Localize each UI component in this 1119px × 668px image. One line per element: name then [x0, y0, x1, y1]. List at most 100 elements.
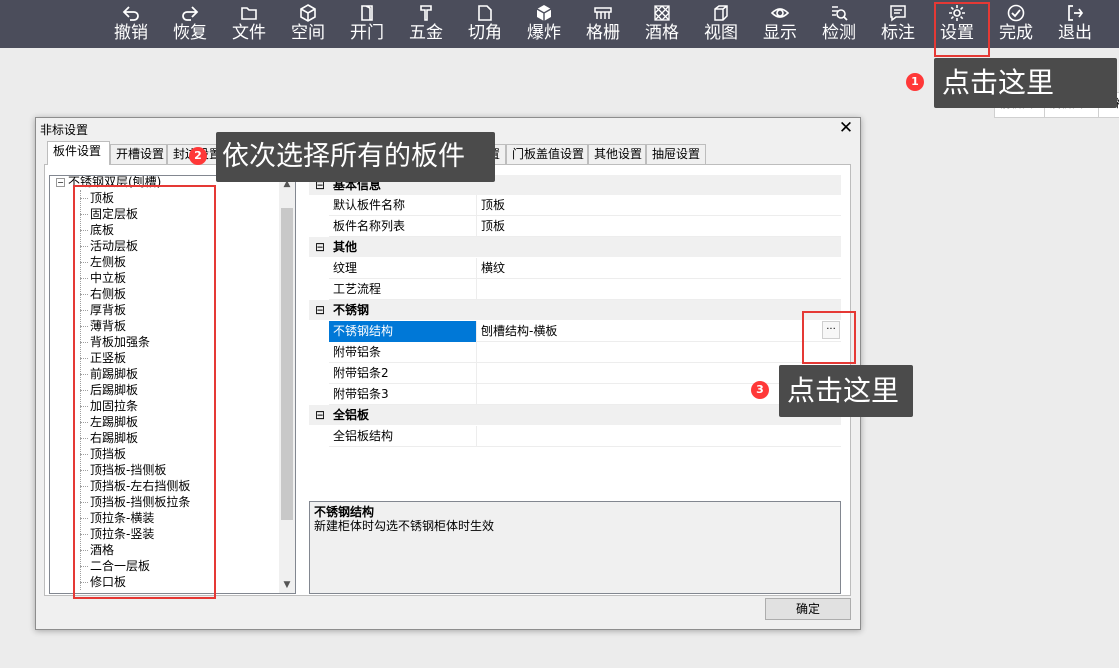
- collapse-icon[interactable]: ⊟: [315, 237, 325, 257]
- cube-icon: [300, 4, 316, 22]
- toolbar-label: 开门: [350, 23, 384, 43]
- property-row-aluminum-strip[interactable]: 附带铝条: [329, 342, 841, 363]
- explode-cube-icon: [536, 5, 552, 21]
- description-text: 新建柜体时勾选不锈钢柜体时生效: [314, 519, 495, 533]
- toolbar-button-cube[interactable]: 空间: [279, 0, 337, 48]
- ok-button[interactable]: 确定: [765, 598, 851, 620]
- collapse-icon[interactable]: ⊟: [315, 405, 325, 425]
- toolbar-button-annotation[interactable]: 标注: [869, 0, 927, 48]
- category-full-aluminum[interactable]: ⊟ 全铝板: [309, 405, 841, 425]
- wine-rack-icon: [654, 5, 670, 21]
- toolbar-button-explode-cube[interactable]: 爆炸: [515, 0, 573, 48]
- toolbar-button-corner-cut[interactable]: 切角: [456, 0, 514, 48]
- property-key: 附带铝条2: [329, 363, 477, 384]
- property-value[interactable]: 刨槽结构-横板: [481, 321, 811, 341]
- toolbar-label: 切角: [468, 23, 502, 43]
- category-title: 不锈钢: [333, 303, 370, 317]
- property-key: 工艺流程: [329, 279, 477, 300]
- toolbar-label: 格栅: [586, 23, 620, 43]
- toolbar-button-redo[interactable]: 恢复: [161, 0, 219, 48]
- property-row-process[interactable]: 工艺流程: [329, 279, 841, 300]
- grille-icon: [594, 7, 612, 19]
- highlight-box-panel-list: [73, 185, 216, 599]
- toolbar-button-check-circle[interactable]: 完成: [987, 0, 1045, 48]
- corner-cut-icon: [478, 5, 492, 21]
- property-value[interactable]: 顶板: [481, 195, 811, 215]
- highlight-box-settings: [934, 2, 990, 57]
- check-circle-icon: [1007, 4, 1025, 22]
- step-badge-3: 3: [751, 381, 769, 399]
- category-title: 其他: [333, 240, 358, 254]
- category-other[interactable]: ⊟ 其他: [309, 237, 841, 257]
- hardware-icon: [420, 5, 432, 21]
- dialog-title: 非标设置: [40, 123, 89, 137]
- property-key: 附带铝条3: [329, 384, 477, 405]
- toolbar-label: 文件: [232, 23, 266, 43]
- tab-other-settings[interactable]: 其他设置: [588, 144, 646, 164]
- toolbar-button-wine-rack[interactable]: 酒格: [633, 0, 691, 48]
- toolbar-button-grille[interactable]: 格栅: [574, 0, 632, 48]
- category-title: 全铝板: [333, 408, 370, 422]
- toolbar-label: 酒格: [645, 23, 679, 43]
- property-key: 附带铝条: [329, 342, 477, 363]
- property-row-default-name[interactable]: 默认板件名称 顶板: [329, 195, 841, 216]
- property-value[interactable]: 横纹: [481, 258, 811, 278]
- callout-1: 点击这里: [934, 58, 1117, 108]
- toolbar-button-door[interactable]: 开门: [338, 0, 396, 48]
- tab-drawer-settings[interactable]: 抽屉设置: [646, 144, 706, 164]
- toolbar-label: 完成: [999, 23, 1033, 43]
- callout-2: 依次选择所有的板件: [216, 132, 495, 182]
- annotation-icon: [890, 5, 906, 22]
- tab-slot-settings[interactable]: 开槽设置: [110, 144, 167, 164]
- toolbar-label: 空间: [291, 23, 325, 43]
- toolbar-label: 爆炸: [527, 23, 561, 43]
- property-key: 全铝板结构: [329, 426, 477, 447]
- toolbar-label: 标注: [881, 23, 915, 43]
- toolbar-button-eye[interactable]: 显示: [751, 0, 809, 48]
- tab-panel-settings[interactable]: 板件设置: [47, 141, 110, 165]
- property-row-aluminum-strip-2[interactable]: 附带铝条2: [329, 363, 841, 384]
- step-badge-1: 1: [906, 73, 924, 91]
- toolbar-button-check-list[interactable]: 检测: [810, 0, 868, 48]
- close-button[interactable]: ✕: [836, 119, 856, 137]
- toolbar-label: 撤销: [114, 23, 148, 43]
- description-panel: 不锈钢结构 新建柜体时勾选不锈钢柜体时生效: [309, 501, 841, 594]
- eye-icon: [770, 8, 790, 18]
- toolbar-label: 检测: [822, 23, 856, 43]
- toolbar-button-folder[interactable]: 文件: [220, 0, 278, 48]
- property-row-aluminum-structure[interactable]: 全铝板结构: [329, 426, 841, 447]
- toolbar-label: 退出: [1058, 23, 1092, 43]
- property-key: 板件名称列表: [329, 216, 477, 237]
- check-list-icon: [832, 6, 848, 21]
- scroll-down-icon[interactable]: ▼: [279, 577, 295, 593]
- redo-icon: [182, 6, 199, 21]
- step-badge-2: 2: [189, 147, 207, 165]
- property-row-texture[interactable]: 纹理 横纹: [329, 258, 841, 279]
- toolbar-button-hardware[interactable]: 五金: [397, 0, 455, 48]
- scroll-thumb[interactable]: [281, 208, 293, 520]
- toolbar-label: 视图: [704, 23, 738, 43]
- callout-3: 点击这里: [779, 365, 913, 417]
- property-value[interactable]: 顶板: [481, 216, 811, 236]
- undo-icon: [122, 6, 139, 21]
- folder-icon: [241, 7, 257, 20]
- property-row-name-list[interactable]: 板件名称列表 顶板: [329, 216, 841, 237]
- tree-scrollbar[interactable]: ▲ ▼: [279, 176, 295, 593]
- property-key: 不锈钢结构: [329, 321, 477, 342]
- view-box-icon: [714, 5, 728, 21]
- property-grid: ⊟ 基本信息 默认板件名称 顶板 板件名称列表 顶板 ⊟ 其他 纹理 横纹 工艺流程 ⊟ 不…: [309, 175, 841, 495]
- property-row-stainless-structure[interactable]: 不锈钢结构 刨槽结构-横板: [329, 321, 841, 342]
- toolbar-button-undo[interactable]: 撤销: [102, 0, 160, 48]
- tab-door-cover-settings[interactable]: 门板盖值设置: [506, 144, 588, 164]
- toolbar-button-view-box[interactable]: 视图: [692, 0, 750, 48]
- description-title: 不锈钢结构: [314, 505, 375, 519]
- door-icon: [361, 5, 373, 21]
- collapse-icon[interactable]: −: [56, 178, 65, 187]
- collapse-icon[interactable]: ⊟: [315, 300, 325, 320]
- exit-icon: [1068, 5, 1084, 21]
- toolbar-label: 五金: [409, 23, 443, 43]
- category-stainless[interactable]: ⊟ 不锈钢: [309, 300, 841, 320]
- highlight-box-ellipsis: [802, 311, 856, 364]
- property-key: 默认板件名称: [329, 195, 477, 216]
- toolbar-button-exit[interactable]: 退出: [1046, 0, 1104, 48]
